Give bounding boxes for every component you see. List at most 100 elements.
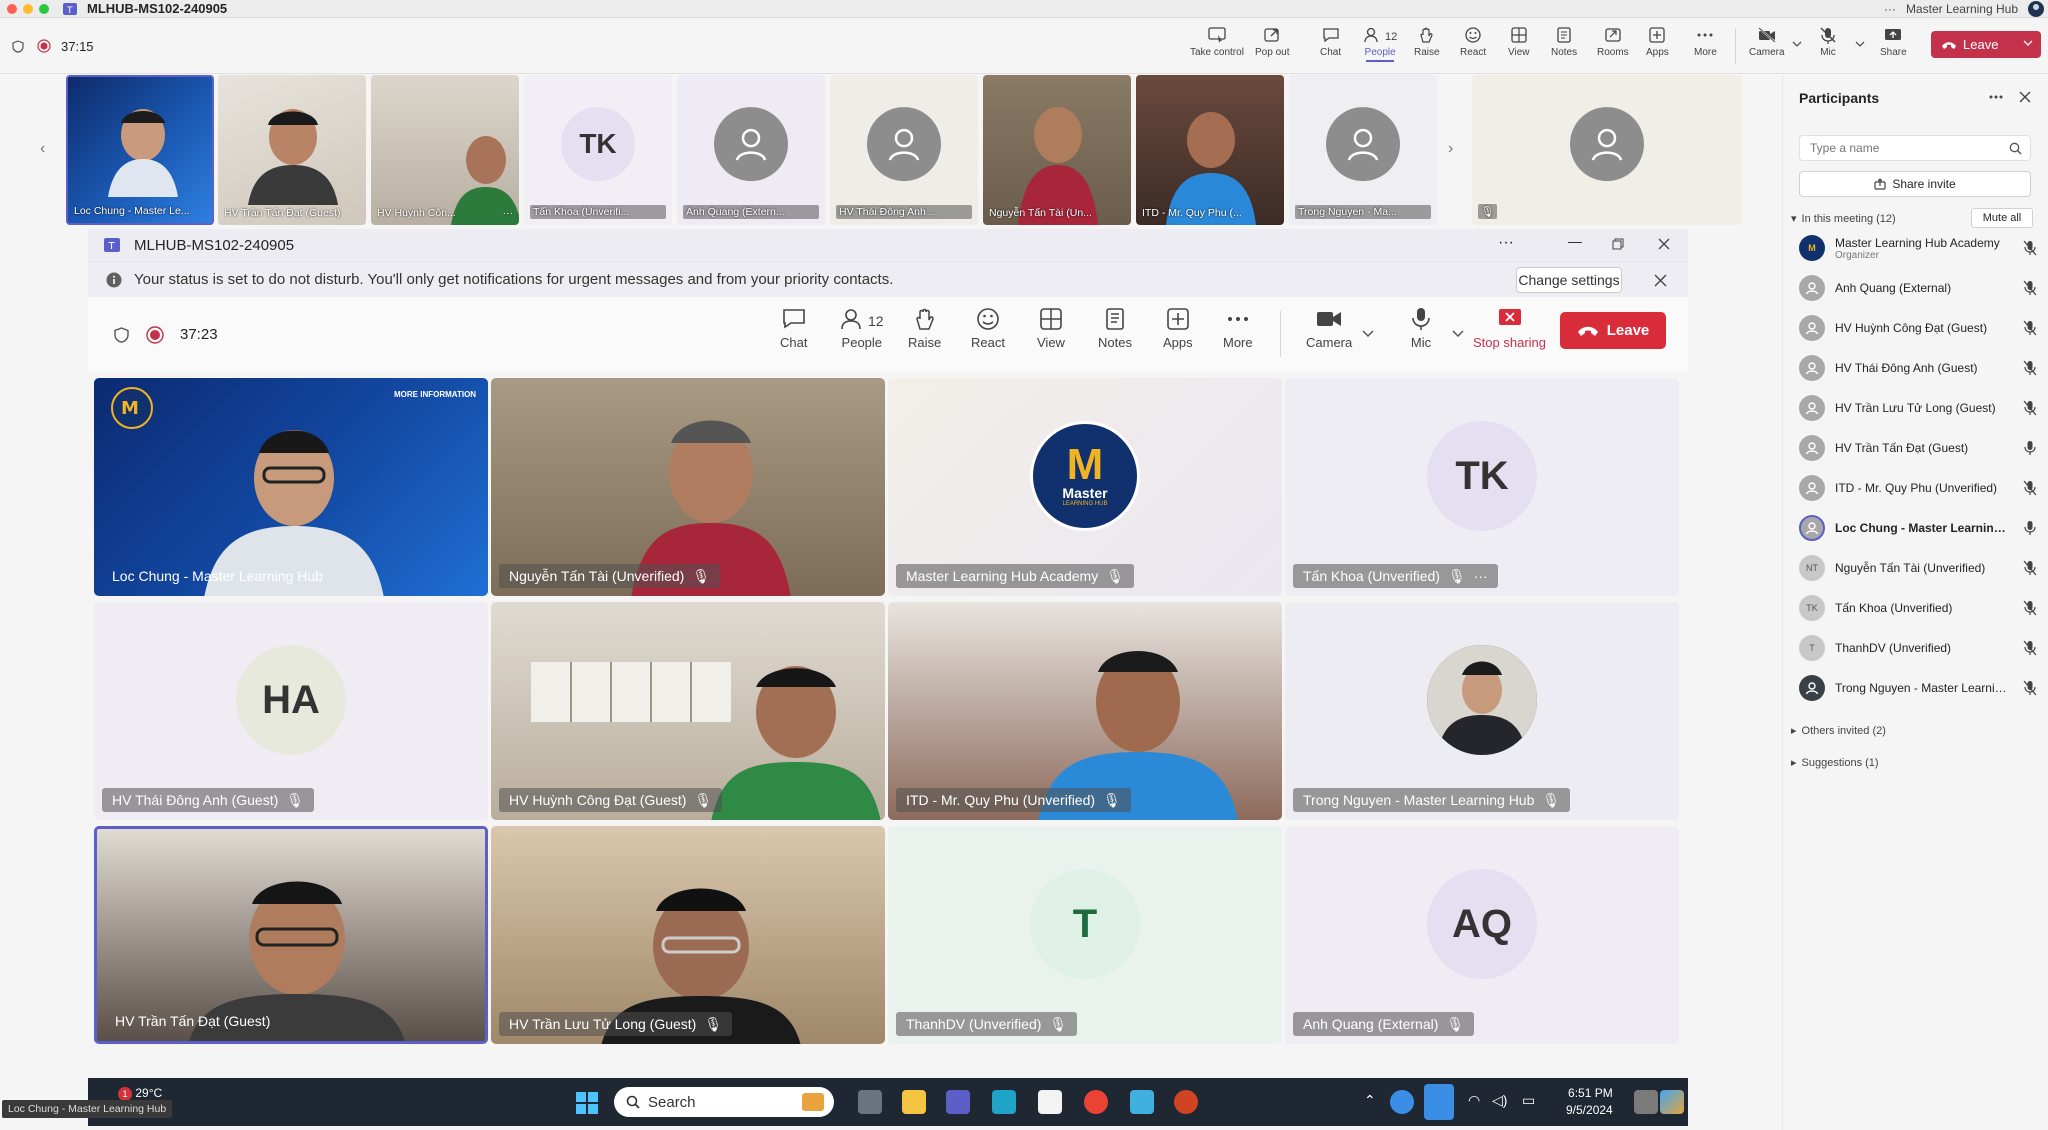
slide-info-title: MORE INFORMATION (394, 390, 477, 399)
zoom-window-button[interactable] (39, 3, 49, 14)
share-invite-button[interactable]: Share invite (1799, 171, 2031, 197)
mic-muted-icon[interactable] (2023, 640, 2037, 656)
person-icon (1805, 282, 1819, 295)
react-emoji-icon (1465, 27, 1481, 43)
mic-muted-icon[interactable] (2023, 400, 2037, 416)
active-tab-indicator (1366, 60, 1395, 62)
mic-muted-icon[interactable] (2023, 680, 2037, 696)
mic-on-icon[interactable] (2023, 440, 2037, 456)
participant-row[interactable]: HV Thái Đông Anh (Guest) (1799, 349, 2037, 387)
chevron-right-icon: ▸ (1791, 725, 1797, 737)
filmstrip-tile[interactable]: TK Tấn Khoa (Unverifi... (524, 75, 672, 225)
suggestions-section-toggle[interactable]: ▸ Suggestions (1) (1791, 756, 1879, 770)
participant-row[interactable]: ITD - Mr. Quy Phu (Unverified) (1799, 469, 2037, 507)
participant-search-input[interactable]: Type a name (1799, 135, 2031, 161)
mic-muted-icon[interactable] (2023, 560, 2037, 576)
panel-more-icon[interactable] (1989, 95, 2003, 99)
mic-on-icon[interactable] (2023, 520, 2037, 536)
participant-row[interactable]: T ThanhDV (Unverified) (1799, 629, 2037, 667)
filmstrip-tile[interactable]: 🎙 (1472, 75, 1742, 225)
mic-muted-icon[interactable] (2023, 320, 2037, 336)
rooms-button[interactable]: Rooms (1597, 26, 1629, 58)
share-screen-icon (1885, 29, 1902, 40)
mic-options-chevron-icon[interactable] (1855, 40, 1865, 48)
others-invited-section-toggle[interactable]: ▸ Others invited (2) (1791, 724, 1886, 738)
chat-button[interactable]: Chat (1320, 26, 1341, 58)
minimize-window-button[interactable] (23, 3, 33, 14)
filmstrip-tile[interactable]: Anh Quang (Extern... (677, 75, 825, 225)
video-tile: Nguyễn Tấn Tài (Unverified) 🎙 (491, 378, 885, 596)
filmstrip-tile[interactable]: HV Trần Tấn Đạt (Guest) (218, 75, 366, 225)
mic-muted-icon[interactable] (2023, 280, 2037, 296)
mute-all-button[interactable]: Mute all (1971, 208, 2033, 228)
more-button[interactable]: More (1694, 26, 1717, 58)
video-tile: T ThanhDV (Unverified) 🎙 (888, 826, 1282, 1044)
mic-muted-icon[interactable] (2023, 480, 2037, 496)
taskbar-clock: 6:51 PM 9/5/2024 (1566, 1086, 1613, 1117)
mic-muted-icon[interactable] (2023, 360, 2037, 376)
close-window-button[interactable] (7, 3, 17, 14)
toolbar-divider (1280, 311, 1281, 357)
participant-name: Anh Quang (External) (1835, 281, 1952, 295)
meeting-toolbar: 37:15 Take control Pop out Chat 12 Peopl… (0, 18, 2048, 74)
in-meeting-section-toggle[interactable]: ▾ In this meeting (12) (1791, 212, 1896, 226)
more-options-icon[interactable]: ··· (1884, 2, 1896, 16)
filmstrip-tile[interactable]: HV Huỳnh Côn... ··· (371, 75, 519, 225)
video-tile: M MORE INFORMATION Loc Chung - Master Le… (94, 378, 488, 596)
participant-row[interactable]: M Master Learning Hub Academy Organizer (1799, 229, 2037, 267)
video-grid: M MORE INFORMATION Loc Chung - Master Le… (88, 372, 1688, 1078)
camera-options-chevron-icon[interactable] (1792, 40, 1802, 48)
close-panel-icon[interactable] (2019, 91, 2031, 103)
participant-row[interactable]: HV Huỳnh Công Đạt (Guest) (1799, 309, 2037, 347)
shared-close-icon (1658, 238, 1670, 250)
participant-name: HV Thái Đông Anh (Guest) (1835, 361, 1978, 375)
participant-row[interactable]: HV Trần Tấn Đạt (Guest) (1799, 429, 2037, 467)
participant-avatar: M (1799, 235, 1825, 261)
filmstrip-tile[interactable]: Loc Chung - Master Le... (66, 75, 214, 225)
filmstrip-prev-icon[interactable]: ‹ (40, 140, 45, 158)
participant-row[interactable]: TK Tấn Khoa (Unverified) (1799, 589, 2037, 627)
raise-hand-button[interactable]: Raise (1414, 26, 1440, 58)
view-button[interactable]: View (1508, 26, 1530, 58)
shared-mic-button: Mic (1408, 307, 1434, 350)
toolbar-divider (1735, 28, 1736, 64)
person-icon (1805, 682, 1819, 695)
filmstrip-tile[interactable]: Trong Nguyen - Ma... (1289, 75, 1437, 225)
notes-button[interactable]: Notes (1551, 26, 1577, 58)
filmstrip-tile[interactable]: ITD - Mr. Quy Phu (... (1136, 75, 1284, 225)
camera-button[interactable]: Camera (1749, 26, 1785, 58)
mic-muted-icon[interactable] (2023, 240, 2037, 256)
weather-widget: 1 29°C (118, 1086, 162, 1101)
leave-button[interactable]: Leave (1931, 31, 2041, 58)
mic-off-icon (1820, 27, 1836, 44)
avatar-initials: TK (561, 107, 635, 182)
participant-row[interactable]: HV Trần Lưu Tử Long (Guest) (1799, 389, 2037, 427)
avatar (714, 107, 788, 182)
mic-muted-icon: 🎙 (1103, 791, 1121, 808)
react-button[interactable]: React (1460, 26, 1486, 58)
filmstrip: ‹ Loc Chung - Master Le... HV Trần Tấn Đ… (34, 75, 1744, 227)
participant-row[interactable]: NT Nguyễn Tấn Tài (Unverified) (1799, 549, 2037, 587)
share-button[interactable]: Share (1880, 26, 1907, 58)
filmstrip-tile[interactable]: HV Thái Đông Anh ... (830, 75, 978, 225)
participant-row[interactable]: Trong Nguyen - Master Learnin... (1799, 669, 2037, 707)
participant-row[interactable]: Anh Quang (External) (1799, 269, 2037, 307)
take-control-button[interactable]: Take control (1190, 26, 1244, 58)
filmstrip-tile[interactable]: Nguyễn Tấn Tài (Un... (983, 75, 1131, 225)
mic-muted-icon[interactable] (2023, 600, 2037, 616)
people-button[interactable]: 12 People (1363, 26, 1397, 62)
participant-video-placeholder (711, 666, 881, 820)
temperature: 29°C (135, 1086, 163, 1100)
chrome-icon (1084, 1090, 1108, 1114)
mic-button[interactable]: Mic (1818, 26, 1838, 58)
dismiss-banner-icon (1654, 274, 1667, 287)
participant-role: Organizer (1835, 249, 1879, 261)
participant-row[interactable]: Loc Chung - Master Learning ... (1799, 509, 2037, 547)
pop-out-button[interactable]: Pop out (1255, 26, 1289, 58)
shield-icon[interactable] (12, 40, 24, 53)
filmstrip-next-icon[interactable]: › (1448, 140, 1453, 158)
apps-button[interactable]: Apps (1646, 26, 1669, 58)
leave-options-chevron-icon[interactable] (2023, 39, 2033, 47)
account-avatar-icon[interactable] (2028, 1, 2044, 17)
chat-icon (1322, 28, 1339, 43)
